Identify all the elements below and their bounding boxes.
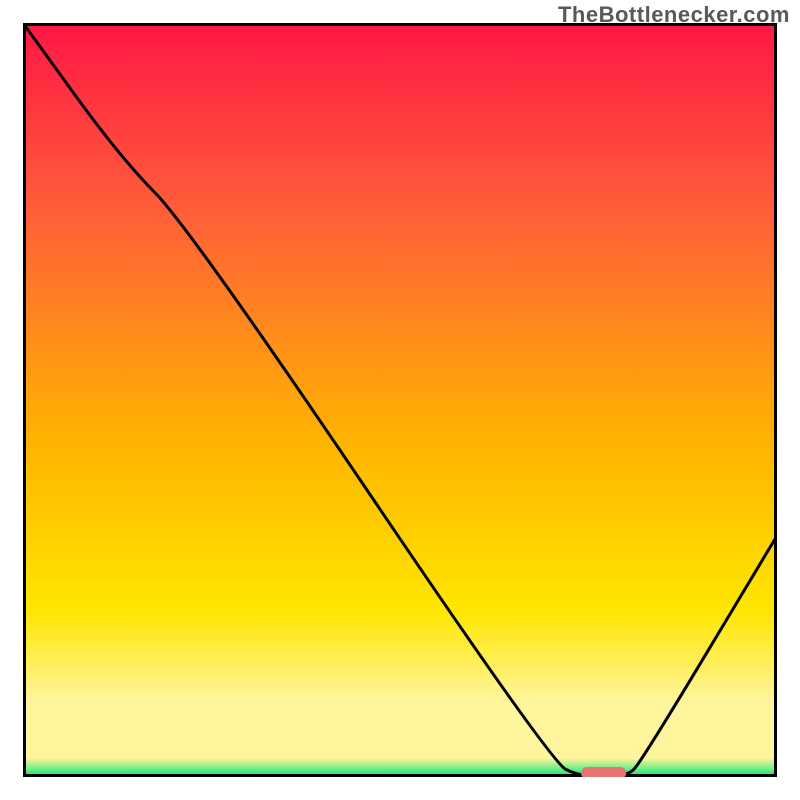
plot-svg [23,23,777,777]
gradient-background [23,23,777,777]
bottleneck-plot [23,23,777,777]
optimum-marker [581,767,626,777]
chart-stage: TheBottlenecker.com [0,0,800,800]
